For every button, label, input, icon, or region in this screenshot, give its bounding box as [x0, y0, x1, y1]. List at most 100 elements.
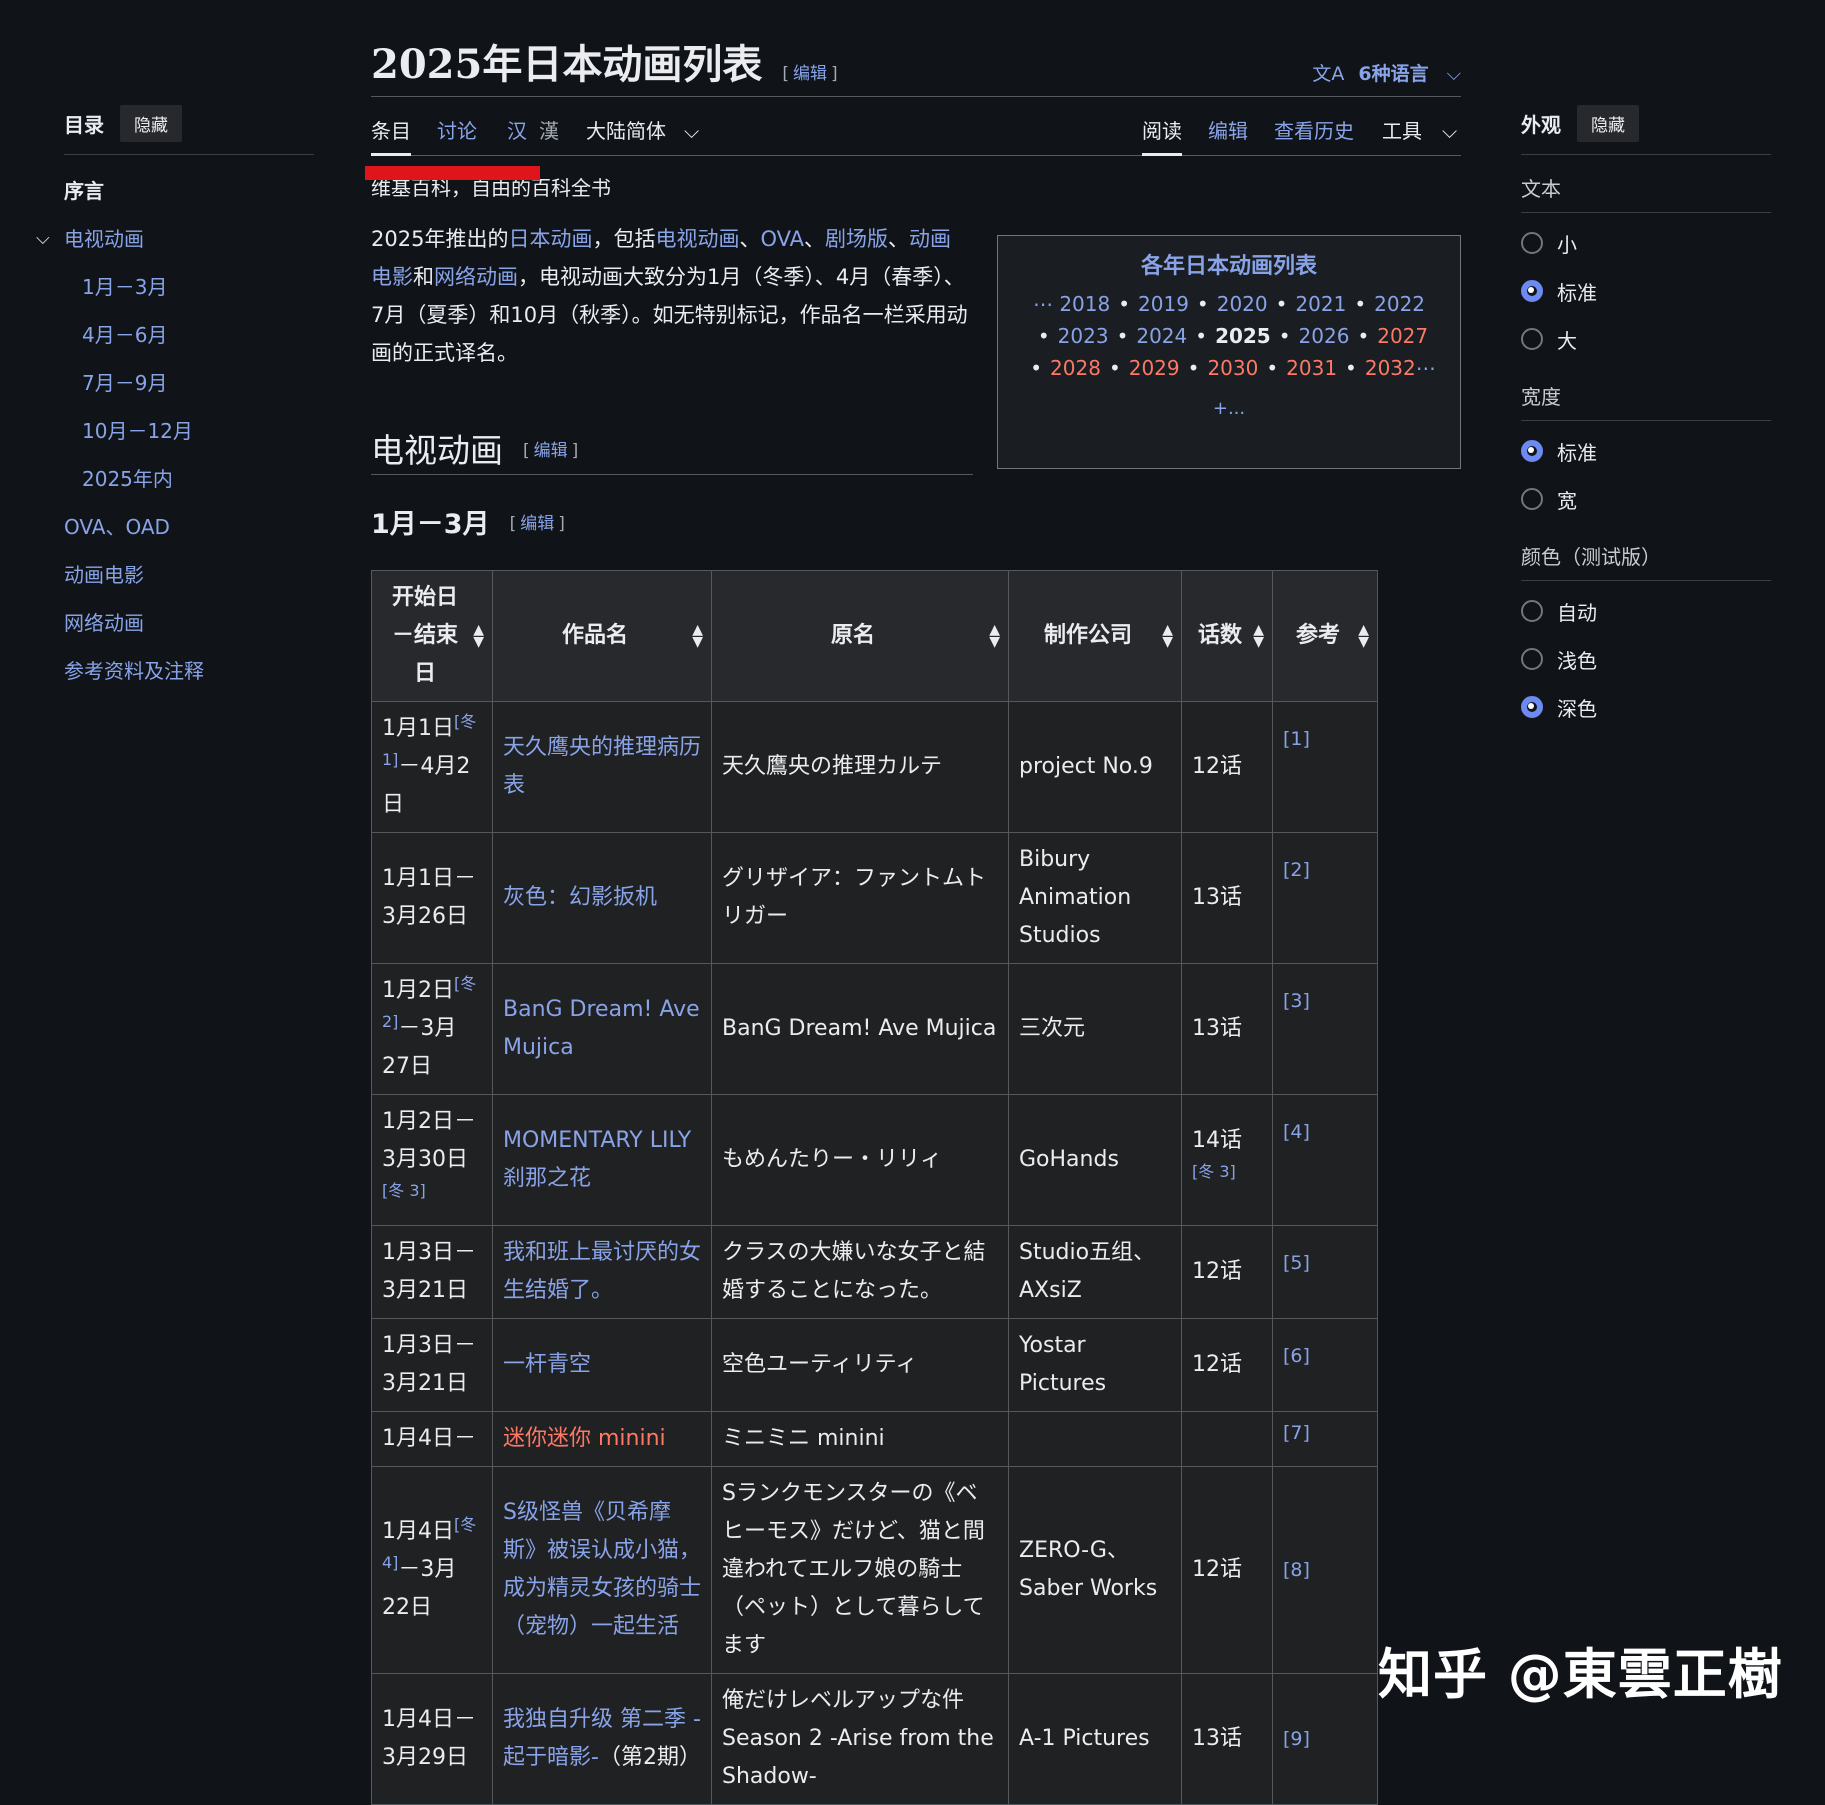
variant-dropdown[interactable]: 大陆简体 ⌵	[586, 115, 699, 144]
ref-link[interactable]: [7]	[1283, 1422, 1310, 1444]
title-link[interactable]: 一杆青空	[503, 1352, 591, 1377]
title-link[interactable]: 天久鹰央的推理病历表	[503, 735, 701, 798]
toc-hide-button[interactable]: 隐藏	[120, 105, 182, 142]
width-standard-option[interactable]: 标准	[1521, 427, 1771, 475]
header-ref[interactable]: 参考 ▲ ▼	[1272, 570, 1378, 702]
year-redlink[interactable]: 2027	[1377, 324, 1428, 348]
link-web-anime[interactable]: 网络动画	[434, 265, 518, 289]
toc-item-ova[interactable]: OVA、OAD	[64, 503, 314, 551]
link-theatrical[interactable]: 剧场版	[825, 227, 888, 251]
toc-item-apr-jun[interactable]: 4月－6月	[64, 311, 314, 359]
year-link[interactable]: 2021	[1295, 292, 1346, 316]
year-redlink[interactable]: 2032	[1365, 356, 1416, 380]
ref-link[interactable]: [8]	[1283, 1559, 1310, 1581]
title-link[interactable]: 我和班上最讨厌的女生结婚了。	[503, 1240, 701, 1303]
title-redlink[interactable]: 迷你迷你 minini	[503, 1426, 666, 1451]
tab-edit[interactable]: 编辑	[1208, 115, 1248, 144]
year-redlink[interactable]: 2028	[1050, 356, 1101, 380]
toc-item-intro[interactable]: 序言	[64, 167, 314, 215]
ref-link[interactable]: [4]	[1283, 1121, 1310, 1143]
title-link[interactable]: S级怪兽《贝希摩斯》被误认成小猫，成为精灵女孩的骑士（宠物）一起生活	[503, 1500, 701, 1639]
ref-link[interactable]: [6]	[1283, 1345, 1310, 1367]
radio-button-checked[interactable]	[1521, 696, 1543, 718]
title-link[interactable]: BanG Dream! Ave Mujica	[503, 997, 700, 1060]
sort-icon[interactable]: ▲ ▼	[1358, 623, 1369, 649]
tools-dropdown[interactable]: 工具 ⌵	[1382, 115, 1457, 144]
link-japanese-anime[interactable]: 日本动画	[508, 227, 592, 251]
year-redlink[interactable]: 2029	[1129, 356, 1180, 380]
radio-button[interactable]	[1521, 648, 1543, 670]
chevron-down-icon[interactable]: ⌵	[36, 215, 50, 263]
toc-item-film[interactable]: 动画电影	[64, 551, 314, 599]
edit-link[interactable]: 编辑	[793, 64, 827, 84]
link-ova[interactable]: OVA	[760, 227, 804, 251]
appearance-hide-button[interactable]: 隐藏	[1577, 105, 1639, 142]
width-wide-option[interactable]: 宽	[1521, 475, 1771, 523]
sort-icon[interactable]: ▲ ▼	[989, 623, 1000, 649]
text-size-small-option[interactable]: 小	[1521, 219, 1771, 267]
year-link[interactable]: 2019	[1138, 292, 1189, 316]
tab-history[interactable]: 查看历史	[1274, 115, 1354, 144]
header-title[interactable]: 作品名 ▲ ▼	[492, 570, 712, 702]
title-link[interactable]: 灰色：幻影扳机	[503, 885, 657, 910]
ref-link[interactable]: [2]	[1283, 859, 1310, 881]
footnote-link[interactable]: [冬 3]	[1192, 1162, 1236, 1181]
color-light-option[interactable]: 浅色	[1521, 635, 1771, 683]
radio-button[interactable]	[1521, 232, 1543, 254]
sort-icon[interactable]: ▲ ▼	[1162, 623, 1173, 649]
ref-link[interactable]: [9]	[1283, 1728, 1310, 1750]
year-link[interactable]: 2023	[1058, 324, 1109, 348]
link-tv-anime[interactable]: 电视动画	[655, 227, 739, 251]
year-redlink[interactable]: 2030	[1207, 356, 1258, 380]
toc-item-web[interactable]: 网络动画	[64, 599, 314, 647]
toc-item-tv[interactable]: ⌵ 电视动画	[36, 215, 314, 263]
header-dates[interactable]: 开始日－结束日 ▲ ▼	[371, 570, 493, 702]
radio-button-checked[interactable]	[1521, 280, 1543, 302]
navbox-more-link[interactable]: +...	[998, 398, 1460, 419]
title-link[interactable]: MOMENTARY LILY 刹那之花	[503, 1128, 691, 1191]
ref-link[interactable]: [5]	[1283, 1252, 1310, 1274]
tab-talk[interactable]: 讨论	[437, 115, 477, 144]
footnote-link[interactable]: [冬 3]	[382, 1181, 426, 1200]
radio-button[interactable]	[1521, 600, 1543, 622]
text-size-large-option[interactable]: 大	[1521, 315, 1771, 363]
toc-item-jan-mar[interactable]: 1月－3月	[64, 263, 314, 311]
sort-icon[interactable]: ▲ ▼	[473, 623, 484, 649]
tab-read[interactable]: 阅读	[1142, 115, 1182, 156]
option-label: 小	[1557, 232, 1577, 257]
sort-icon[interactable]: ▲ ▼	[1253, 623, 1264, 649]
navbox-title[interactable]: 各年日本动画列表	[998, 248, 1460, 280]
radio-button[interactable]	[1521, 328, 1543, 350]
sort-icon[interactable]: ▲ ▼	[692, 623, 703, 649]
header-episodes[interactable]: 话数 ▲ ▼	[1181, 570, 1273, 702]
toc-item-refs[interactable]: 参考资料及注释	[64, 647, 314, 695]
color-dark-option[interactable]: 深色	[1521, 683, 1771, 731]
toc-item-2025[interactable]: 2025年内	[64, 455, 314, 503]
title-cell: MOMENTARY LILY 刹那之花	[492, 1094, 712, 1226]
year-link[interactable]: 2026	[1299, 324, 1350, 348]
toc-item-oct-dec[interactable]: 10月－12月	[64, 407, 314, 455]
year-link[interactable]: 2022	[1374, 292, 1425, 316]
variant-traditional[interactable]: 漢	[539, 115, 559, 144]
year-link[interactable]: 2024	[1136, 324, 1187, 348]
title-cell: 灰色：幻影扳机	[492, 832, 712, 964]
header-original[interactable]: 原名 ▲ ▼	[711, 570, 1009, 702]
radio-button[interactable]	[1521, 488, 1543, 510]
language-button[interactable]: 文A 6种语言 ⌵	[1312, 59, 1461, 86]
ref-link[interactable]: [1]	[1283, 728, 1310, 750]
text-size-standard-option[interactable]: 标准	[1521, 267, 1771, 315]
tab-article[interactable]: 条目	[371, 115, 411, 156]
color-auto-option[interactable]: 自动	[1521, 587, 1771, 635]
toc-item-jul-sep[interactable]: 7月－9月	[64, 359, 314, 407]
ref-link[interactable]: [3]	[1283, 990, 1310, 1012]
edit-link[interactable]: 编辑	[534, 441, 568, 461]
table-row: 1月4日－3月29日 我独自升级 第二季 -起于暗影-（第2期） 俺だけレベルア…	[371, 1673, 1378, 1805]
year-redlink[interactable]: 2031	[1286, 356, 1337, 380]
year-link[interactable]: 2020	[1217, 292, 1268, 316]
radio-button-checked[interactable]	[1521, 440, 1543, 462]
header-studio[interactable]: 制作公司 ▲ ▼	[1008, 570, 1182, 702]
edit-link[interactable]: 编辑	[520, 514, 554, 534]
year-link[interactable]: 2018	[1059, 292, 1110, 316]
variant-simplified[interactable]: 汉	[507, 115, 527, 144]
toc-item-label: 动画电影	[64, 563, 144, 587]
